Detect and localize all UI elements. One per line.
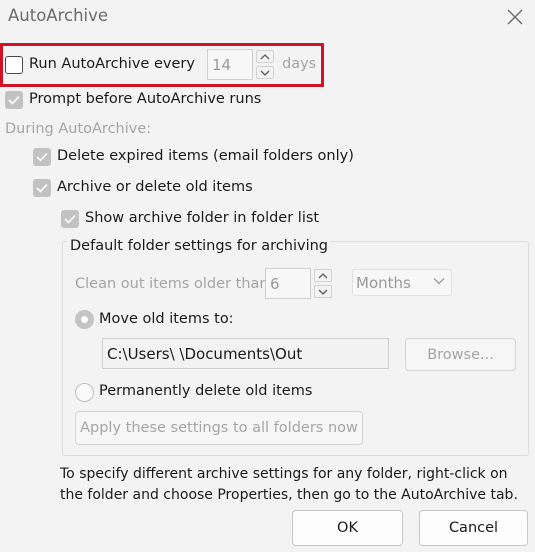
chevron-up-icon [260,53,270,59]
archive-path-field[interactable]: C:\Users\ \Documents\Out [102,338,389,369]
check-icon [8,95,20,105]
permanently-delete-radio[interactable] [75,383,94,402]
period-value: Months [356,273,411,292]
delete-expired-label: Delete expired items (email folders only… [57,148,354,164]
prompt-label: Prompt before AutoArchive runs [29,91,262,107]
group-title: Default folder settings for archiving [67,238,331,254]
during-label: During AutoArchive: [5,121,152,137]
close-icon [507,9,523,25]
chevron-down-icon [433,278,445,285]
move-old-label: Move old items to: [99,311,234,327]
apply-settings-button[interactable]: Apply these settings to all folders now [75,411,363,445]
info-text: To specify different archive settings fo… [60,466,518,503]
clean-out-up-button[interactable] [314,269,332,282]
permanently-delete-label: Permanently delete old items [99,383,313,399]
clean-out-input[interactable]: 6 [265,268,311,299]
browse-button[interactable]: Browse... [405,338,516,371]
days-down-button[interactable] [256,66,274,79]
chevron-down-icon [260,70,270,76]
archive-old-label: Archive or delete old items [57,179,253,195]
days-unit-label: days [282,56,317,72]
days-input[interactable]: 14 [207,49,253,80]
delete-expired-checkbox[interactable] [33,148,51,166]
close-button[interactable] [498,2,532,32]
check-icon [36,183,48,193]
run-autoarchive-checkbox[interactable] [5,56,23,74]
window-title: AutoArchive [8,6,109,25]
clean-out-stepper[interactable] [314,269,332,298]
move-old-radio[interactable] [75,310,94,329]
show-archive-label: Show archive folder in folder list [85,210,320,226]
archive-old-checkbox[interactable] [33,179,51,197]
check-icon [36,152,48,162]
cancel-button[interactable]: Cancel [419,510,528,546]
days-up-button[interactable] [256,50,274,63]
days-stepper[interactable] [256,50,274,79]
check-icon [64,214,76,224]
run-autoarchive-label: Run AutoArchive every [29,56,195,72]
show-archive-checkbox[interactable] [61,210,79,228]
period-dropdown[interactable]: Months [352,269,452,296]
ok-button[interactable]: OK [292,510,403,546]
chevron-down-icon [318,289,328,295]
prompt-checkbox[interactable] [5,91,23,109]
clean-out-label: Clean out items older than [75,276,269,292]
chevron-up-icon [318,272,328,278]
clean-out-down-button[interactable] [314,285,332,298]
